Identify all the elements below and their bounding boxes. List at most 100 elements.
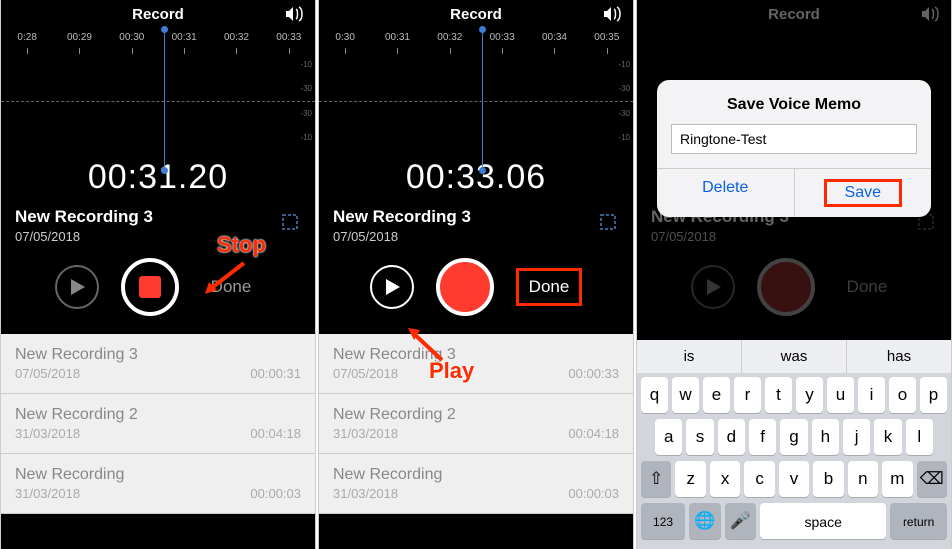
header: Record bbox=[1, 0, 315, 30]
panel-recording-done: Record 0:30 00:31 00:32 00:33 00:34 00:3… bbox=[318, 0, 634, 549]
done-button[interactable]: Done bbox=[516, 268, 583, 306]
ruler-tick: 00:31 bbox=[158, 32, 210, 43]
list-item[interactable]: New Recording 3 07/05/2018 00:00:33 bbox=[319, 334, 633, 394]
key-f[interactable]: f bbox=[749, 419, 776, 455]
key-v[interactable]: v bbox=[779, 461, 809, 497]
panel-save-dialog: Record 00:00.00 New Recording 3 07/05/20… bbox=[636, 0, 952, 549]
waveform[interactable]: -10 -30 -30 -10 bbox=[319, 56, 633, 146]
playhead[interactable] bbox=[164, 30, 165, 170]
key-y[interactable]: y bbox=[796, 377, 823, 413]
globe-icon: 🌐 bbox=[694, 511, 715, 530]
list-item-duration: 00:04:18 bbox=[250, 426, 301, 441]
key-t[interactable]: t bbox=[765, 377, 792, 413]
recordings-list: New Recording 3 07/05/2018 00:00:33 New … bbox=[319, 334, 633, 514]
screen-title: Record bbox=[132, 6, 184, 23]
ruler-tick: 00:33 bbox=[476, 32, 528, 43]
stop-icon bbox=[139, 276, 161, 298]
speaker-icon[interactable] bbox=[603, 5, 623, 28]
list-item-name: New Recording bbox=[15, 466, 301, 484]
record-button[interactable] bbox=[436, 258, 494, 316]
suggestion[interactable]: was bbox=[741, 340, 846, 373]
list-item[interactable]: New Recording 2 31/03/2018 00:04:18 bbox=[1, 394, 315, 454]
list-item-duration: 00:04:18 bbox=[568, 426, 619, 441]
key-backspace[interactable]: ⌫ bbox=[917, 461, 947, 497]
waveform-baseline bbox=[319, 101, 633, 102]
key-z[interactable]: z bbox=[675, 461, 705, 497]
time-ruler[interactable]: 0:30 00:31 00:32 00:33 00:34 00:35 bbox=[319, 30, 633, 56]
save-button[interactable]: Save bbox=[794, 169, 932, 217]
ruler-tick: 00:29 bbox=[53, 32, 105, 43]
list-item-name: New Recording 2 bbox=[333, 406, 619, 424]
key-q[interactable]: q bbox=[641, 377, 668, 413]
list-item-duration: 00:00:03 bbox=[568, 486, 619, 501]
list-item[interactable]: New Recording 31/03/2018 00:00:03 bbox=[319, 454, 633, 514]
panel-recording-stop: Record 0:28 00:29 00:30 00:31 00:32 00:3… bbox=[0, 0, 316, 549]
key-b[interactable]: b bbox=[813, 461, 843, 497]
key-shift[interactable]: ⇧ bbox=[641, 461, 671, 497]
ruler-tick: 00:33 bbox=[263, 32, 315, 43]
list-item-name: New Recording bbox=[333, 466, 619, 484]
key-a[interactable]: a bbox=[655, 419, 682, 455]
ruler-tick: 0:28 bbox=[1, 32, 53, 43]
key-g[interactable]: g bbox=[780, 419, 807, 455]
ruler-tick: 00:31 bbox=[371, 32, 423, 43]
key-h[interactable]: h bbox=[812, 419, 839, 455]
current-recording-name: New Recording 3 bbox=[15, 207, 301, 227]
key-o[interactable]: o bbox=[889, 377, 916, 413]
list-item-name: New Recording 3 bbox=[15, 346, 301, 364]
key-j[interactable]: j bbox=[843, 419, 870, 455]
delete-button[interactable]: Delete bbox=[657, 169, 794, 217]
current-recording-name: New Recording 3 bbox=[333, 207, 619, 227]
play-button[interactable] bbox=[370, 265, 414, 309]
timer-display: 00:33.06 bbox=[319, 158, 633, 197]
keyboard: is was has q w e r t y u i o p a s d f g… bbox=[637, 340, 951, 549]
speaker-icon[interactable] bbox=[285, 5, 305, 28]
dialog-title: Save Voice Memo bbox=[657, 80, 931, 124]
ruler-tick: 0:30 bbox=[319, 32, 371, 43]
key-e[interactable]: e bbox=[703, 377, 730, 413]
key-space[interactable]: space bbox=[760, 503, 886, 539]
db-label: -30 bbox=[300, 84, 312, 93]
key-mic[interactable]: 🎤 bbox=[725, 503, 757, 539]
db-label: -30 bbox=[618, 109, 630, 118]
key-p[interactable]: p bbox=[920, 377, 947, 413]
waveform[interactable]: -10 -30 -30 -10 bbox=[1, 56, 315, 146]
ruler-tick: 00:32 bbox=[424, 32, 476, 43]
key-n[interactable]: n bbox=[848, 461, 878, 497]
trim-icon[interactable] bbox=[279, 211, 301, 238]
list-item[interactable]: New Recording 3 07/05/2018 00:00:31 bbox=[1, 334, 315, 394]
key-c[interactable]: c bbox=[744, 461, 774, 497]
key-w[interactable]: w bbox=[672, 377, 699, 413]
key-k[interactable]: k bbox=[874, 419, 901, 455]
key-m[interactable]: m bbox=[882, 461, 912, 497]
screen-title: Record bbox=[450, 6, 502, 23]
key-s[interactable]: s bbox=[686, 419, 713, 455]
key-123[interactable]: 123 bbox=[641, 503, 685, 539]
play-button[interactable] bbox=[55, 265, 99, 309]
key-globe[interactable]: 🌐 bbox=[689, 503, 721, 539]
key-u[interactable]: u bbox=[827, 377, 854, 413]
memo-name-input[interactable] bbox=[671, 124, 917, 154]
key-i[interactable]: i bbox=[858, 377, 885, 413]
list-item[interactable]: New Recording 2 31/03/2018 00:04:18 bbox=[319, 394, 633, 454]
recording-meta: New Recording 3 07/05/2018 bbox=[319, 197, 633, 248]
key-d[interactable]: d bbox=[718, 419, 745, 455]
playhead[interactable] bbox=[482, 30, 483, 170]
trim-icon[interactable] bbox=[597, 211, 619, 238]
db-label: -10 bbox=[618, 60, 630, 69]
key-x[interactable]: x bbox=[710, 461, 740, 497]
list-item[interactable]: New Recording 31/03/2018 00:00:03 bbox=[1, 454, 315, 514]
header: Record bbox=[319, 0, 633, 30]
keyboard-row: q w e r t y u i o p bbox=[641, 377, 947, 413]
suggestion[interactable]: has bbox=[846, 340, 951, 373]
stop-button[interactable] bbox=[121, 258, 179, 316]
suggestion[interactable]: is bbox=[637, 340, 741, 373]
key-return[interactable]: return bbox=[890, 503, 947, 539]
annotation-play: Play bbox=[429, 358, 474, 384]
key-r[interactable]: r bbox=[734, 377, 761, 413]
ruler-tick: 00:35 bbox=[581, 32, 633, 43]
key-l[interactable]: l bbox=[906, 419, 933, 455]
save-dialog: Save Voice Memo Delete Save bbox=[657, 80, 931, 217]
list-item-duration: 00:00:33 bbox=[568, 366, 619, 381]
time-ruler[interactable]: 0:28 00:29 00:30 00:31 00:32 00:33 bbox=[1, 30, 315, 56]
